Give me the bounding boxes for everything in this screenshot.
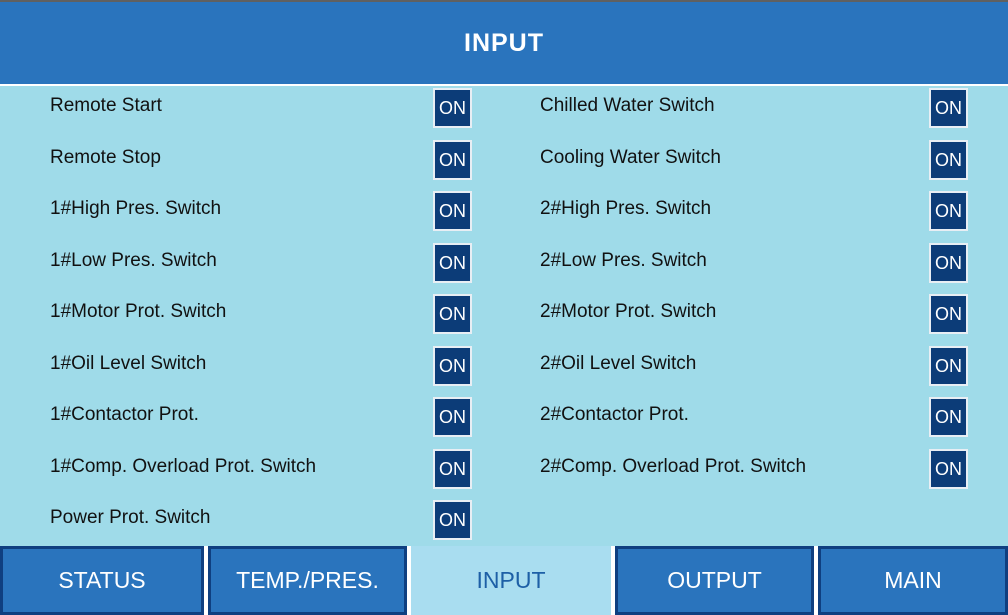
input-row: 2#Comp. Overload Prot. Switch ON (488, 447, 1008, 499)
title-bar: INPUT (0, 2, 1008, 86)
tab-status[interactable]: STATUS (0, 546, 204, 615)
input-label-cooling-water-switch: Cooling Water Switch (540, 146, 721, 168)
state-indicator-1-contactor-prot: ON (433, 397, 472, 437)
input-label-2-contactor-prot: 2#Contactor Prot. (540, 404, 689, 425)
state-indicator-1-high-pres-switch: ON (433, 191, 472, 231)
input-row: 2#Motor Prot. Switch ON (488, 292, 1008, 344)
input-row: 2#High Pres. Switch ON (488, 189, 1008, 241)
state-indicator-2-low-pres-switch: ON (929, 242, 968, 283)
tab-input[interactable]: INPUT (411, 546, 611, 615)
state-indicator-chilled-water-switch: ON (929, 88, 968, 128)
state-indicator-cooling-water-switch: ON (929, 139, 968, 180)
state-indicator-2-oil-level-switch: ON (929, 345, 968, 386)
state-indicator-1-low-pres-switch: ON (433, 242, 472, 283)
input-label-remote-stop: Remote Stop (50, 146, 161, 168)
state-indicator-remote-stop: ON (433, 139, 472, 180)
input-row: 1#Oil Level Switch ON (0, 344, 488, 396)
input-label-2-comp-overload-prot-switch: 2#Comp. Overload Prot. Switch (540, 455, 807, 477)
input-label-2-motor-prot-switch: 2#Motor Prot. Switch (540, 301, 717, 322)
input-row: 2#Low Pres. Switch ON (488, 241, 1008, 293)
input-label-1-high-pres-switch: 1#High Pres. Switch (50, 198, 222, 219)
page-title: INPUT (464, 28, 544, 57)
input-row: 1#Motor Prot. Switch ON (0, 292, 488, 344)
state-indicator-2-contactor-prot: ON (929, 397, 968, 437)
input-row: Power Prot. Switch ON (0, 498, 488, 550)
state-indicator-2-comp-overload-prot-switch: ON (929, 448, 968, 489)
input-row: 1#Low Pres. Switch ON (0, 241, 488, 293)
hmi-screen: INPUT Remote Start ON Remote Stop ON 1#H… (0, 0, 1008, 615)
input-label-remote-start: Remote Start (50, 95, 162, 116)
input-row: 1#High Pres. Switch ON (0, 189, 488, 241)
state-indicator-remote-start: ON (433, 88, 472, 128)
state-indicator-2-high-pres-switch: ON (929, 191, 968, 231)
input-label-1-motor-prot-switch: 1#Motor Prot. Switch (50, 301, 227, 322)
input-label-2-high-pres-switch: 2#High Pres. Switch (540, 198, 712, 219)
left-input-list: Remote Start ON Remote Stop ON 1#High Pr… (0, 86, 488, 550)
input-row: Chilled Water Switch ON (488, 86, 1008, 138)
input-row: 1#Comp. Overload Prot. Switch ON (0, 447, 488, 499)
input-label-1-contactor-prot: 1#Contactor Prot. (50, 404, 199, 425)
state-indicator-1-motor-prot-switch: ON (433, 294, 472, 334)
input-row: Remote Start ON (0, 86, 488, 138)
input-row: Remote Stop ON (0, 138, 488, 190)
input-row: Cooling Water Switch ON (488, 138, 1008, 190)
input-label-power-prot-switch: Power Prot. Switch (50, 507, 211, 528)
state-indicator-1-comp-overload-prot-switch: ON (433, 448, 472, 489)
input-label-1-low-pres-switch: 1#Low Pres. Switch (50, 249, 217, 271)
input-row: 2#Contactor Prot. ON (488, 395, 1008, 447)
state-indicator-power-prot-switch: ON (433, 500, 472, 540)
tab-output[interactable]: OUTPUT (615, 546, 814, 615)
tab-temp-pres[interactable]: TEMP./PRES. (208, 546, 407, 615)
bottom-nav: STATUS TEMP./PRES. INPUT OUTPUT MAIN (0, 546, 1008, 615)
input-label-2-low-pres-switch: 2#Low Pres. Switch (540, 249, 707, 271)
tab-main[interactable]: MAIN (818, 546, 1008, 615)
right-input-list: Chilled Water Switch ON Cooling Water Sw… (488, 86, 1008, 498)
input-label-2-oil-level-switch: 2#Oil Level Switch (540, 352, 697, 374)
input-row: 2#Oil Level Switch ON (488, 344, 1008, 396)
input-label-1-comp-overload-prot-switch: 1#Comp. Overload Prot. Switch (50, 455, 317, 477)
state-indicator-2-motor-prot-switch: ON (929, 294, 968, 334)
state-indicator-1-oil-level-switch: ON (433, 345, 472, 386)
input-row: 1#Contactor Prot. ON (0, 395, 488, 447)
input-label-chilled-water-switch: Chilled Water Switch (540, 95, 715, 116)
input-label-1-oil-level-switch: 1#Oil Level Switch (50, 352, 207, 374)
